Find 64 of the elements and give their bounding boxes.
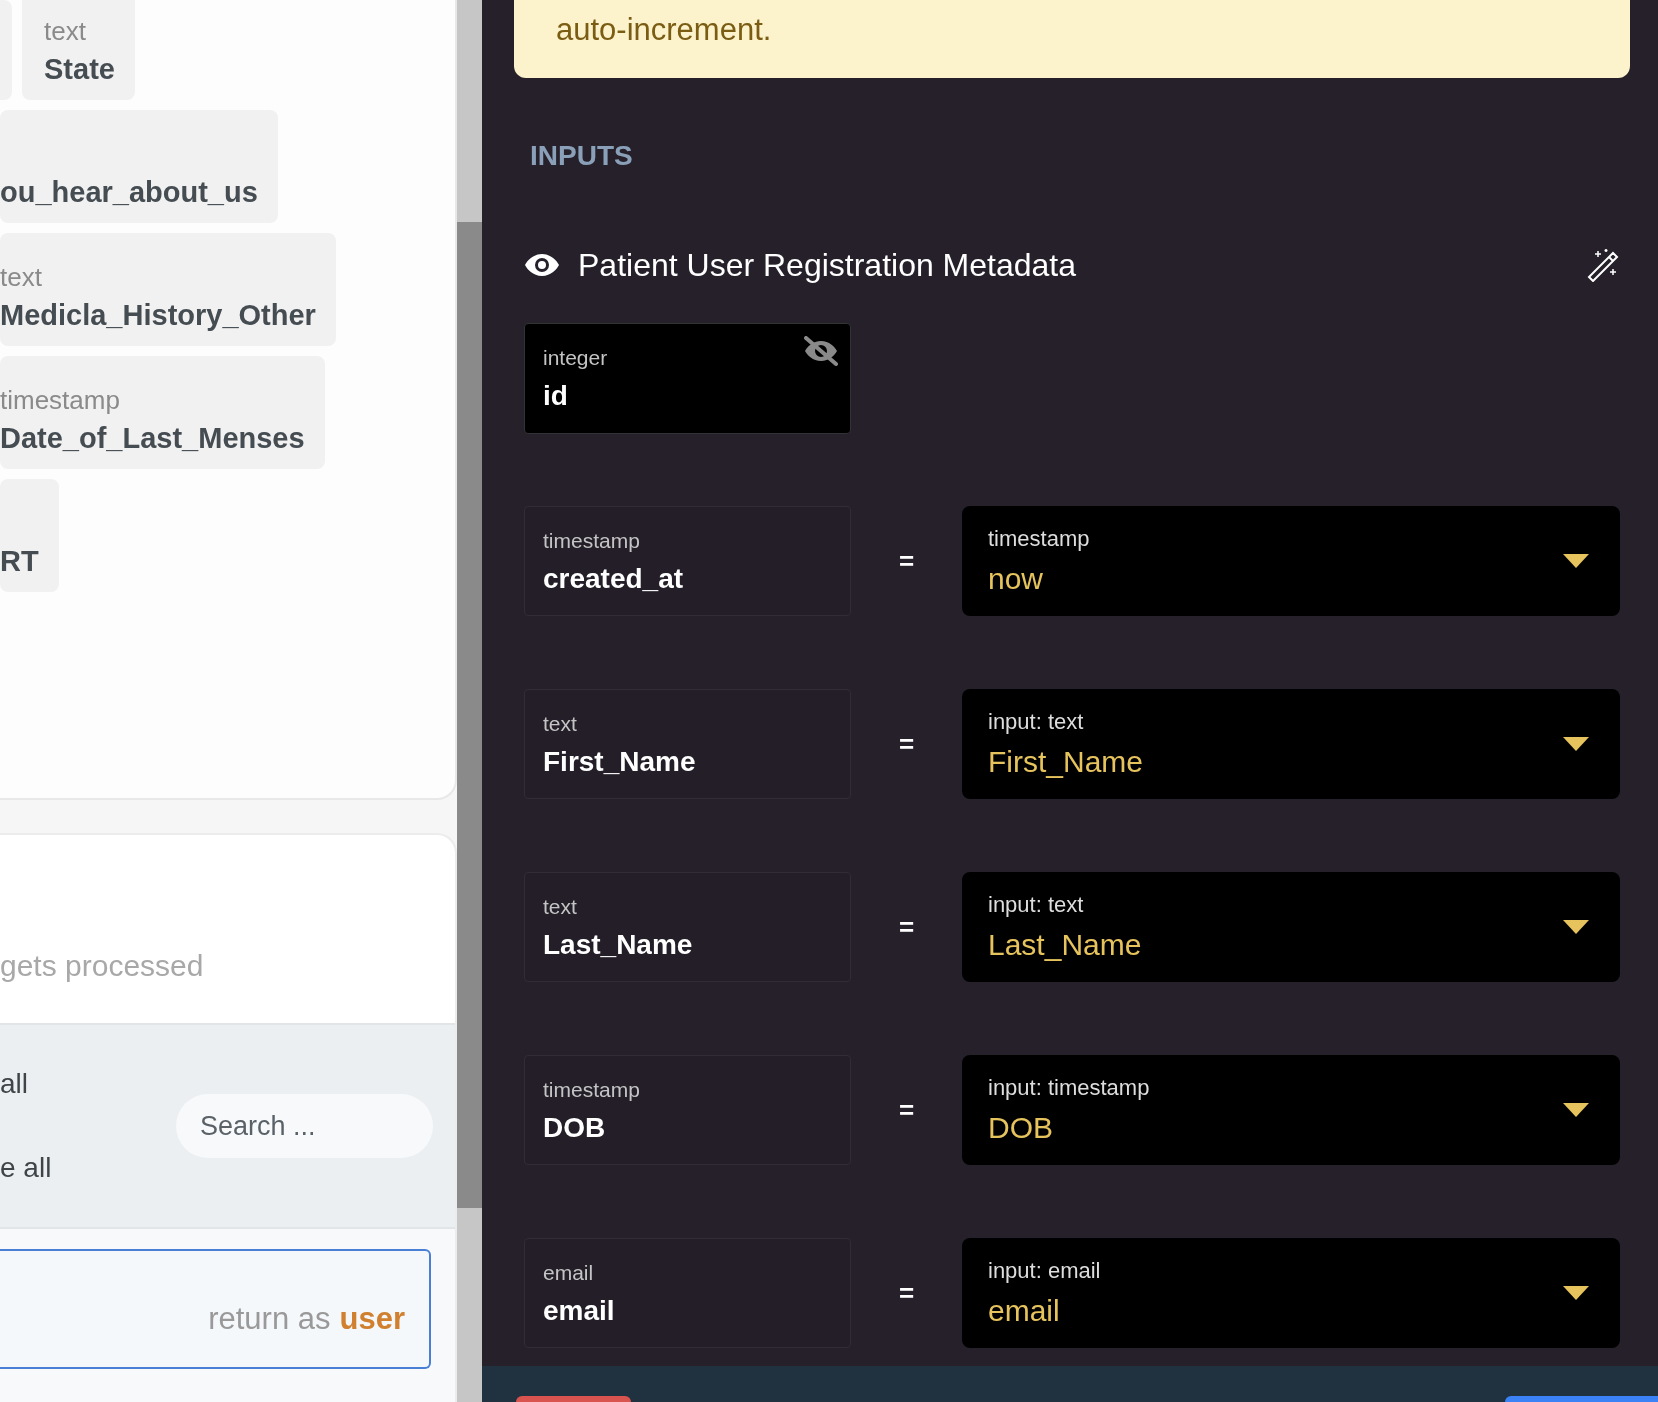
notice-text: auto-increment. — [556, 12, 772, 47]
field-type: text — [44, 16, 87, 47]
source-value: First_Name — [988, 745, 1145, 779]
eye-slash-icon[interactable] — [802, 336, 840, 366]
magic-wand-icon[interactable] — [1586, 248, 1620, 282]
caret-icon — [1562, 919, 1590, 935]
field-chip[interactable]: text State — [22, 0, 135, 100]
source-value: DOB — [988, 1111, 1054, 1145]
source-type: timestamp — [988, 526, 1091, 552]
scrollbar-thumb[interactable] — [457, 222, 482, 1208]
column-type: integer — [543, 346, 608, 370]
field-chip[interactable]: timestamp Date_of_Last_Menses — [0, 356, 325, 469]
field-name: RT — [0, 545, 39, 578]
search-field[interactable]: Search ... — [176, 1094, 433, 1158]
column-type: text — [543, 712, 577, 736]
source-value: Last_Name — [988, 928, 1143, 962]
column-name: email — [543, 1295, 615, 1327]
eye-icon[interactable] — [524, 253, 560, 277]
footer-button[interactable] — [516, 1396, 631, 1402]
field-type: timestamp — [0, 385, 121, 416]
column-type: timestamp — [543, 529, 640, 553]
caret-icon — [1562, 1102, 1590, 1118]
return-variable: user — [339, 1301, 405, 1337]
field-name: ou_hear_about_us — [0, 176, 258, 209]
column-name: First_Name — [543, 746, 696, 778]
source-select[interactable]: input: text Last_Name — [962, 872, 1620, 982]
caret-icon — [1562, 1285, 1590, 1301]
return-label: return as — [208, 1301, 331, 1337]
option-label[interactable]: e all — [0, 1152, 52, 1184]
field-chip[interactable]: text Medicla_History_Other — [0, 233, 336, 346]
field-chip[interactable]: RT — [0, 479, 59, 592]
column-name: DOB — [543, 1112, 606, 1144]
field-chip[interactable]: ou_hear_about_us — [0, 110, 278, 223]
table-title: Patient User Registration Metadata — [578, 246, 1078, 284]
caret-icon — [1562, 553, 1590, 569]
source-type: input: text — [988, 709, 1085, 735]
section-title: INPUTS — [530, 140, 634, 172]
caret-icon — [1562, 736, 1590, 752]
option-label[interactable]: all — [0, 1068, 52, 1100]
source-select[interactable]: input: text First_Name — [962, 689, 1620, 799]
field-name: State — [44, 53, 115, 86]
source-type: input: email — [988, 1258, 1102, 1284]
field-name: Date_of_Last_Menses — [0, 422, 305, 455]
equals-sign: = — [897, 545, 916, 577]
equals-sign: = — [897, 728, 916, 760]
field-type: text — [0, 262, 43, 293]
source-select[interactable]: input: timestamp DOB — [962, 1055, 1620, 1165]
column-type: timestamp — [543, 1078, 640, 1102]
column-name: id — [543, 380, 568, 412]
equals-sign: = — [897, 1277, 916, 1309]
scrollbar-track[interactable] — [457, 0, 482, 1402]
source-value: now — [988, 562, 1045, 596]
field-name: Medicla_History_Other — [0, 299, 316, 332]
equals-sign: = — [897, 1094, 916, 1126]
source-select[interactable]: input: email email — [962, 1238, 1620, 1348]
column-type: email — [543, 1261, 594, 1285]
source-type: input: text — [988, 892, 1085, 918]
column-name: Last_Name — [543, 929, 693, 961]
source-type: input: timestamp — [988, 1075, 1151, 1101]
equals-sign: = — [897, 911, 916, 943]
column-name: created_at — [543, 563, 684, 595]
column-type: text — [543, 895, 577, 919]
source-select[interactable]: timestamp now — [962, 506, 1620, 616]
source-value: email — [988, 1294, 1061, 1328]
